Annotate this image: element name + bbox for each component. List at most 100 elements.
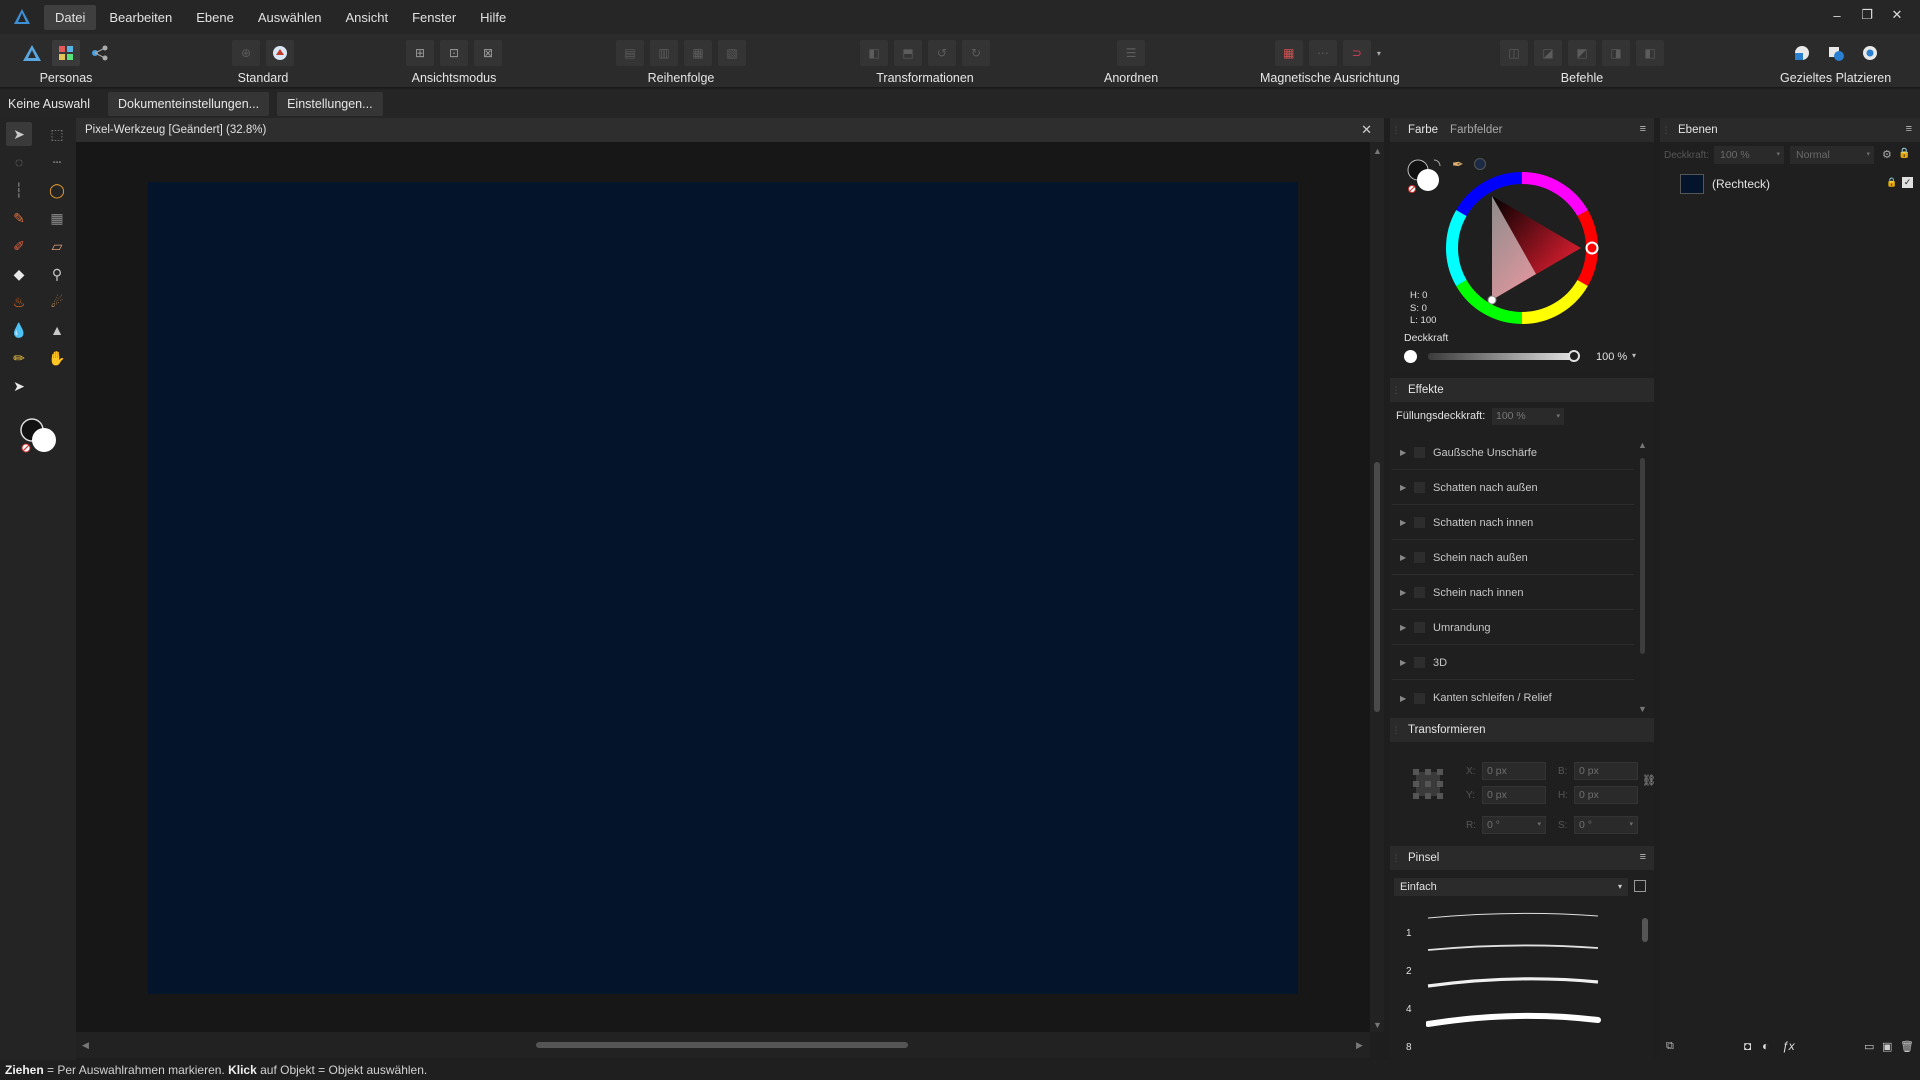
picked-color-icon[interactable] xyxy=(1474,158,1486,170)
effects-scrollbar[interactable] xyxy=(1640,458,1645,654)
vertical-scrollbar[interactable]: ▲ ▼ xyxy=(1370,142,1384,1032)
tab-transformieren[interactable]: Transformieren xyxy=(1402,724,1492,736)
effect-row-3d[interactable]: ▶ 3D xyxy=(1392,646,1634,680)
opacity-dropdown-icon[interactable]: ▾ xyxy=(1632,351,1636,360)
layer-stack-icon[interactable]: ⧉ xyxy=(1666,1040,1674,1053)
layer-lock-icon[interactable]: 🔒 xyxy=(1898,148,1910,159)
expand-arrow-icon[interactable]: ▶ xyxy=(1400,694,1410,703)
effect-row-bevel-emboss[interactable]: ▶ Kanten schleifen / Relief xyxy=(1392,681,1634,715)
tab-farbe[interactable]: Farbe xyxy=(1402,124,1444,136)
tab-ebenen[interactable]: Ebenen xyxy=(1672,124,1724,136)
view-mode-3-icon[interactable]: ⊠ xyxy=(474,40,502,66)
scroll-up-icon[interactable]: ▲ xyxy=(1373,146,1382,156)
move-icon[interactable]: ⊕ xyxy=(232,40,260,66)
brush-category-dropdown-icon[interactable]: ▾ xyxy=(1618,878,1622,896)
pencil-tool-icon[interactable]: ✏ xyxy=(6,346,32,370)
panel-grip-icon[interactable]: ⋮ xyxy=(1390,125,1402,136)
group-layer-icon[interactable]: ▣ xyxy=(1882,1040,1892,1053)
effect-row-outer-glow[interactable]: ▶ Schein nach außen xyxy=(1392,541,1634,575)
move-tool-icon[interactable]: ➤ xyxy=(6,122,32,146)
layer-opacity-dropdown-icon[interactable]: ▾ xyxy=(1776,146,1780,164)
layer-opacity-field[interactable]: 100 % ▾ xyxy=(1714,146,1784,164)
command-4-icon[interactable]: ◨ xyxy=(1602,40,1630,66)
fill-opacity-field[interactable]: 100 % ▾ xyxy=(1492,408,1564,425)
menu-ansicht[interactable]: Ansicht xyxy=(334,5,399,30)
effect-checkbox[interactable] xyxy=(1414,447,1425,458)
expand-arrow-icon[interactable]: ▶ xyxy=(1400,518,1410,527)
scroll-down-icon[interactable]: ▼ xyxy=(1373,1020,1382,1030)
expand-arrow-icon[interactable]: ▶ xyxy=(1400,483,1410,492)
menu-bearbeiten[interactable]: Bearbeiten xyxy=(98,5,183,30)
close-document-icon[interactable]: ✕ xyxy=(1361,122,1372,138)
hand-tool-icon[interactable]: ✋ xyxy=(44,346,70,370)
tab-farbfelder[interactable]: Farbfelder xyxy=(1444,124,1508,136)
rotation-dropdown-icon[interactable]: ▾ xyxy=(1537,817,1541,833)
blend-mode-select[interactable]: Normal ▾ xyxy=(1790,146,1874,164)
insert-top-icon[interactable] xyxy=(1822,40,1850,66)
rotate-left-icon[interactable]: ↺ xyxy=(928,40,956,66)
expand-arrow-icon[interactable]: ▶ xyxy=(1400,623,1410,632)
document-settings-button[interactable]: Dokumenteinstellungen... xyxy=(108,91,270,116)
flip-horizontal-icon[interactable]: ◧ xyxy=(860,40,888,66)
brush-panel-menu-icon[interactable]: ≡ xyxy=(1640,851,1646,863)
layer-settings-icon[interactable]: ⚙ xyxy=(1882,148,1892,161)
link-proportions-icon[interactable]: ⛓ xyxy=(1642,774,1656,787)
horizontal-scrollbar[interactable]: ◀ ▶ xyxy=(76,1032,1370,1058)
fill-opacity-dropdown-icon[interactable]: ▾ xyxy=(1556,408,1560,425)
fill-stroke-swatch-icon[interactable] xyxy=(18,416,60,456)
fx-icon[interactable]: ƒx xyxy=(1782,1039,1795,1053)
effect-checkbox[interactable] xyxy=(1414,517,1425,528)
selection-brush-tool-icon[interactable]: ✎ xyxy=(6,206,32,230)
menu-ebene[interactable]: Ebene xyxy=(185,5,245,30)
expand-arrow-icon[interactable]: ▶ xyxy=(1400,448,1410,457)
document-tab[interactable]: Pixel-Werkzeug [Geändert] (32.8%) ✕ xyxy=(76,118,1384,142)
layer-row-lock-icon[interactable]: 🔒 xyxy=(1886,177,1897,188)
effect-row-gaussian-blur[interactable]: ▶ Gaußsche Unschärfe xyxy=(1392,436,1634,470)
brush-strokes[interactable] xyxy=(1426,906,1626,1056)
view-mode-2-icon[interactable]: ⊡ xyxy=(440,40,468,66)
tab-effekte[interactable]: Effekte xyxy=(1402,384,1450,396)
fill-tool-icon[interactable]: ◆ xyxy=(6,262,32,286)
expand-arrow-icon[interactable]: ▶ xyxy=(1400,588,1410,597)
panel-grip-icon[interactable]: ⋮ xyxy=(1660,125,1672,136)
brush-scrollbar[interactable] xyxy=(1642,918,1648,942)
menu-datei[interactable]: Datei xyxy=(44,4,97,30)
panel-grip-icon[interactable]: ⋮ xyxy=(1390,725,1402,736)
vertical-scroll-thumb[interactable] xyxy=(1374,462,1380,712)
row-marquee-tool-icon[interactable]: ┄ xyxy=(44,150,70,174)
eraser-tool-icon[interactable]: ▱ xyxy=(44,234,70,258)
magnet-icon[interactable]: ⊃ xyxy=(1342,40,1371,66)
view-mode-1-icon[interactable]: ⊞ xyxy=(406,40,434,66)
lasso-tool-icon[interactable]: ◯ xyxy=(44,178,70,202)
export-persona-icon[interactable] xyxy=(86,40,114,66)
snapping-options-icon[interactable]: ⋯ xyxy=(1308,40,1337,66)
mask-layer-icon[interactable]: ◘ xyxy=(1744,1039,1751,1053)
brush-category-select[interactable]: Einfach ▾ xyxy=(1394,878,1628,896)
y-field[interactable]: 0 px xyxy=(1482,786,1546,804)
burn-tool-icon[interactable]: ♨ xyxy=(6,290,32,314)
panel-grip-icon[interactable]: ⋮ xyxy=(1390,853,1402,864)
minimize-button[interactable]: – xyxy=(1822,8,1852,23)
designer-persona-icon[interactable] xyxy=(18,40,46,66)
panel-grip-icon[interactable]: ⋮ xyxy=(1390,385,1402,396)
menu-auswaehlen[interactable]: Auswählen xyxy=(247,5,333,30)
settings-button[interactable]: Einstellungen... xyxy=(277,91,383,116)
expand-arrow-icon[interactable]: ▶ xyxy=(1400,553,1410,562)
effect-checkbox[interactable] xyxy=(1414,482,1425,493)
paint-brush-tool-icon[interactable]: ✐ xyxy=(6,234,32,258)
effect-checkbox[interactable] xyxy=(1414,692,1425,704)
effect-row-inner-shadow[interactable]: ▶ Schatten nach innen xyxy=(1392,506,1634,540)
artboard[interactable] xyxy=(148,182,1298,994)
rotation-field[interactable]: 0 ° ▾ xyxy=(1482,816,1546,834)
opacity-value[interactable]: 100 % xyxy=(1596,351,1627,363)
order-back-icon[interactable]: ▤ xyxy=(616,40,644,66)
pixel-persona-icon[interactable] xyxy=(52,40,80,66)
order-front-icon[interactable]: ▧ xyxy=(718,40,746,66)
effect-row-outer-shadow[interactable]: ▶ Schatten nach außen xyxy=(1392,471,1634,505)
horizontal-scroll-thumb[interactable] xyxy=(536,1042,908,1048)
expand-arrow-icon[interactable]: ▶ xyxy=(1400,658,1410,667)
sharpen-tool-icon[interactable]: ▲ xyxy=(44,318,70,342)
effect-checkbox[interactable] xyxy=(1414,657,1425,668)
height-field[interactable]: 0 px xyxy=(1574,786,1638,804)
command-5-icon[interactable]: ◧ xyxy=(1636,40,1664,66)
